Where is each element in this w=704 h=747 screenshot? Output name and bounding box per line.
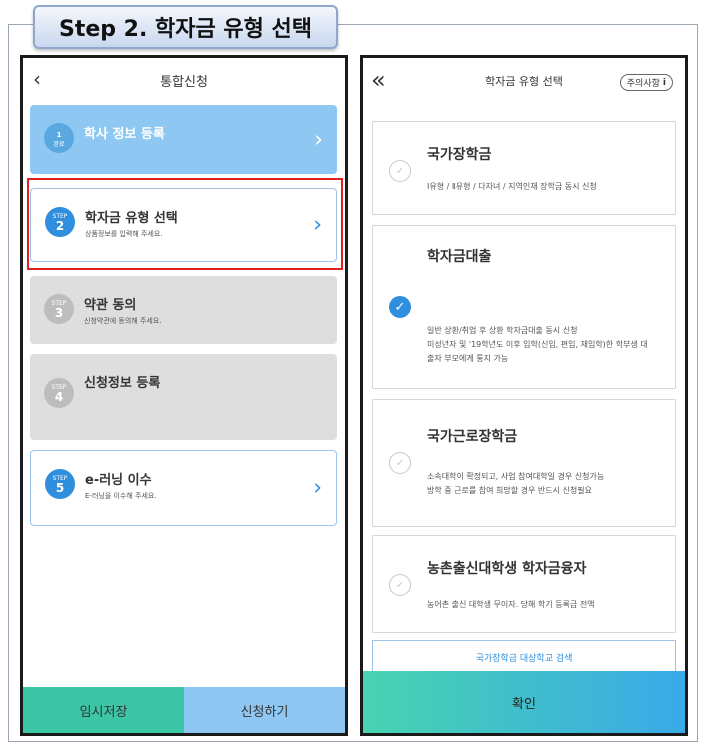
- left-header-title: 통합신청: [160, 75, 208, 90]
- type-title: 국가근로장학금: [427, 429, 518, 445]
- step-number-badge: STEP 3: [44, 294, 74, 324]
- check-circle-icon[interactable]: ✓: [389, 452, 411, 474]
- type-title: 국가장학금: [427, 147, 492, 163]
- type-card-rural-loan[interactable]: ✓ 농촌출신대학생 학자금융자 농어촌 출신 대학생 무이자. 당해 학기 등록…: [372, 535, 676, 633]
- left-header: ‹ 통합신청: [23, 58, 345, 103]
- left-bottom-buttons: 임시저장 신청하기: [23, 687, 345, 733]
- apply-button[interactable]: 신청하기: [184, 687, 345, 733]
- step-number-badge: STEP 4: [44, 378, 74, 408]
- step-item-elearning[interactable]: STEP 5 e-러닝 이수 E-러닝을 이수해 주세요. ›: [30, 450, 337, 526]
- step-title-text: 약관 동의: [84, 298, 137, 313]
- step-item-academic-info[interactable]: 1 완료 학사 정보 등록 ›: [30, 105, 337, 174]
- temp-save-button[interactable]: 임시저장: [23, 687, 184, 733]
- chevron-right-icon: ›: [314, 127, 323, 152]
- school-search-link[interactable]: 국가장학금 대상학교 검색: [372, 640, 676, 674]
- right-phone-panel: « 학자금 유형 선택 주의사항 i ✓ 국가장학금 Ⅰ유형 / Ⅱ유형 / 다…: [360, 55, 688, 736]
- double-chevron-left-icon[interactable]: «: [371, 66, 386, 94]
- chevron-right-icon: ›: [313, 475, 322, 501]
- type-card-student-loan[interactable]: ✓ 학자금대출 일반 상환/취업 후 상환 학자금대출 동시 신청 미성년자 및…: [372, 225, 676, 389]
- step-sub-text: 신청약관에 동의해 주세요.: [84, 317, 162, 325]
- right-header: « 학자금 유형 선택 주의사항 i: [363, 58, 685, 103]
- right-header-title: 학자금 유형 선택: [485, 74, 563, 88]
- check-circle-icon[interactable]: ✓: [389, 574, 411, 596]
- type-title: 농촌출신대학생 학자금융자: [427, 561, 587, 577]
- step-number-badge: 1 완료: [44, 123, 74, 153]
- type-desc: 소속대학이 확정되고, 사업 참여대학일 경우 신청가능 방학 중 근로를 참여…: [427, 472, 605, 495]
- back-chevron-icon[interactable]: ‹: [33, 67, 41, 91]
- step-title-text: e-러닝 이수: [85, 473, 152, 488]
- info-icon: i: [662, 77, 666, 88]
- notice-label: 주의사항: [626, 79, 660, 89]
- step-title-text: 학사 정보 등록: [84, 127, 165, 142]
- type-card-national-scholarship[interactable]: ✓ 국가장학금 Ⅰ유형 / Ⅱ유형 / 다자녀 / 지역인재 장학금 동시 신청: [372, 121, 676, 215]
- step-number-badge: STEP 5: [45, 469, 75, 499]
- notice-button[interactable]: 주의사항 i: [619, 74, 673, 91]
- type-desc: 농어촌 출신 대학생 무이자. 당해 학기 등록금 전액: [427, 600, 595, 609]
- type-card-work-scholarship[interactable]: ✓ 국가근로장학금 소속대학이 확정되고, 사업 참여대학일 경우 신청가능 방…: [372, 399, 676, 527]
- type-desc: 일반 상환/취업 후 상환 학자금대출 동시 신청 미성년자 및 '19학년도 …: [427, 326, 648, 363]
- check-circle-icon[interactable]: ✓: [389, 160, 411, 182]
- selection-highlight-box: [27, 178, 343, 270]
- type-title: 학자금대출: [427, 249, 492, 265]
- step-item-application-info[interactable]: STEP 4 신청정보 등록: [30, 354, 337, 440]
- confirm-button[interactable]: 확인: [363, 671, 685, 733]
- step-item-terms[interactable]: STEP 3 약관 동의 신청약관에 동의해 주세요.: [30, 276, 337, 344]
- left-phone-panel: ‹ 통합신청 1 완료 학사 정보 등록 › STEP 2 학자금 유형 선택 …: [20, 55, 348, 736]
- step-sub-text: E-러닝을 이수해 주세요.: [85, 492, 157, 500]
- step-title: Step 2. 학자금 유형 선택: [33, 5, 338, 49]
- step-title-text: 신청정보 등록: [84, 376, 161, 391]
- check-circle-icon[interactable]: ✓: [389, 296, 411, 318]
- type-desc: Ⅰ유형 / Ⅱ유형 / 다자녀 / 지역인재 장학금 동시 신청: [427, 182, 597, 191]
